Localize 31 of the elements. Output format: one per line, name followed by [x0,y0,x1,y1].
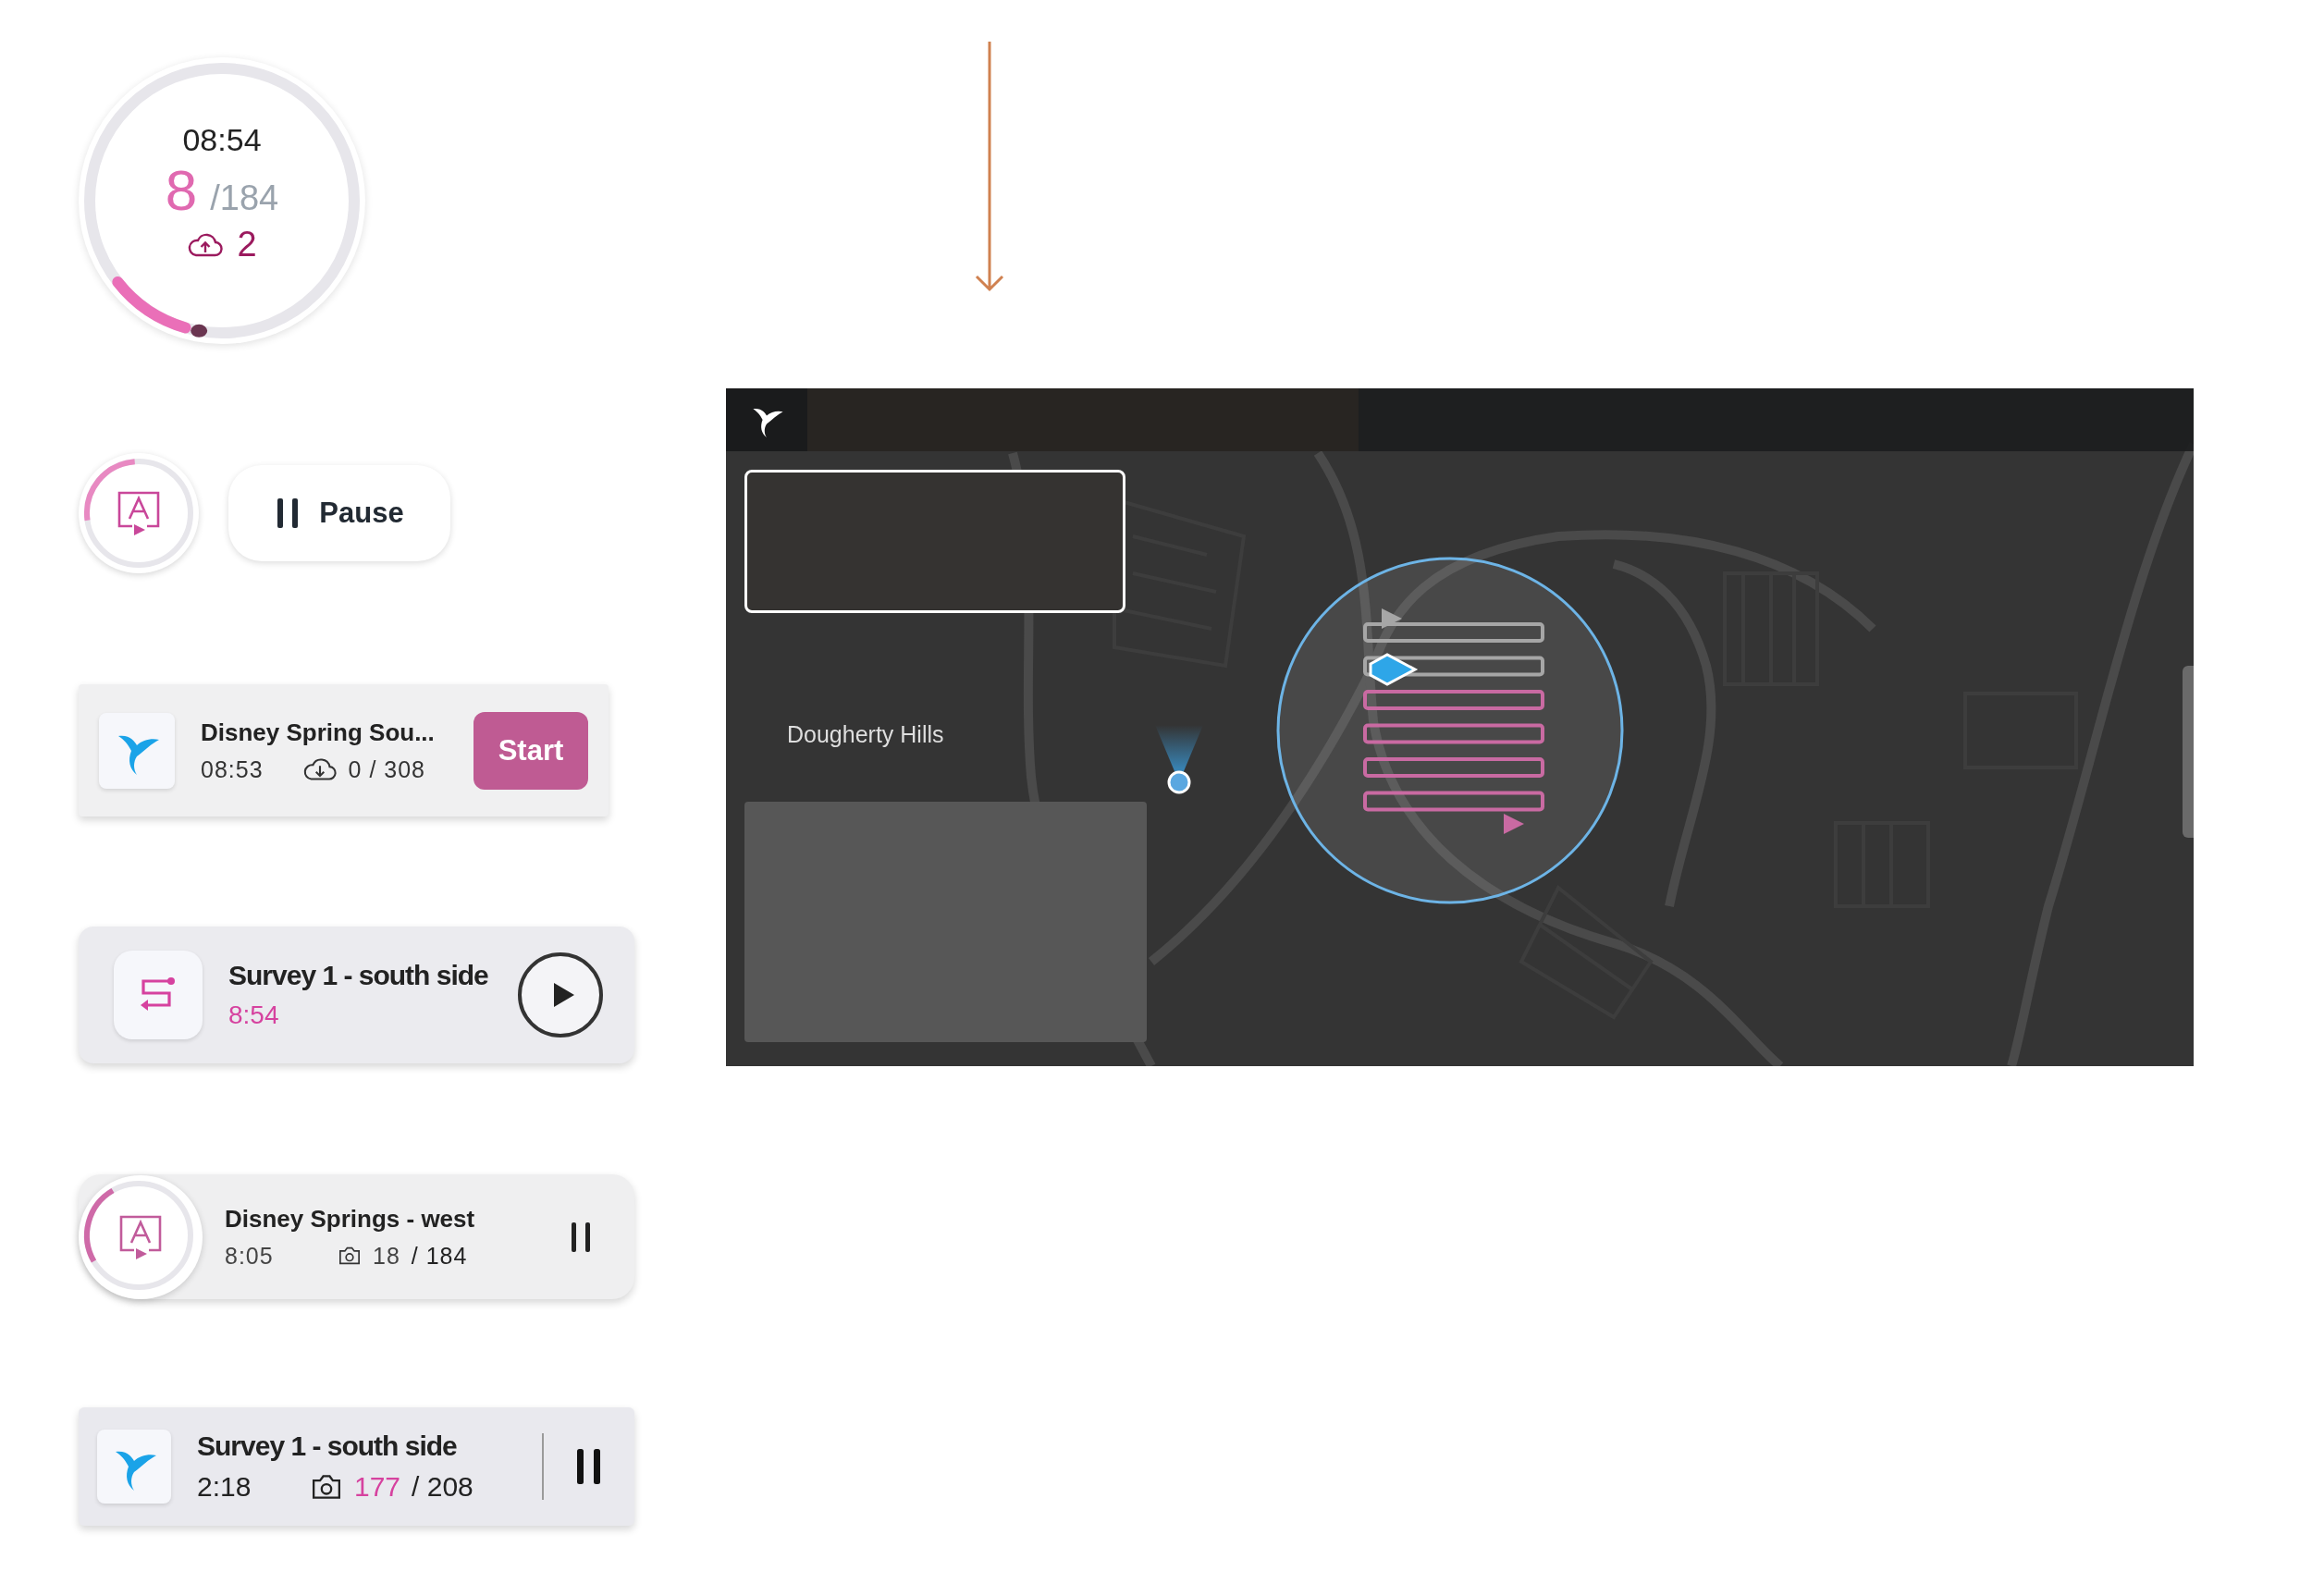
photo-total: / 208 [412,1471,473,1503]
bird-logo-icon [99,712,175,789]
side-handle[interactable] [2183,666,2194,838]
survey-title: Survey 1 - south side [197,1430,458,1462]
download-count: 0 / 308 [348,755,425,783]
photo-done: 177 [354,1471,401,1503]
survey-time: 08:53 [201,755,264,783]
photo-done: 18 [373,1242,400,1270]
cloud-upload-icon [187,231,225,258]
photo-total: / 184 [411,1242,468,1270]
cloud-download-icon [301,756,338,782]
bird-logo-icon [97,1430,171,1504]
photo-count: 8 [165,162,198,219]
camera-icon [338,1246,362,1266]
start-button[interactable]: Start [473,711,588,790]
photo-total: /184 [210,178,279,218]
survey-time: 8:54 [228,1001,280,1030]
survey-title: Disney Springs - west [225,1204,476,1234]
place-label: Dougherty Hills [787,721,944,748]
auto-mission-icon [116,489,162,537]
camera-icon [310,1473,343,1501]
survey-title: Disney Spring Sou... [201,718,436,747]
progress-knob [191,324,208,338]
route-icon [114,951,203,1039]
survey-title: Survey 1 - south side [228,960,489,991]
pause-button[interactable]: Pause [228,465,450,561]
survey-time: 8:05 [225,1242,275,1270]
upload-count: 2 [237,225,257,264]
survey-time: 2:18 [197,1471,252,1503]
gauge-time: 08:54 [182,122,262,158]
pause-icon [575,1448,603,1485]
